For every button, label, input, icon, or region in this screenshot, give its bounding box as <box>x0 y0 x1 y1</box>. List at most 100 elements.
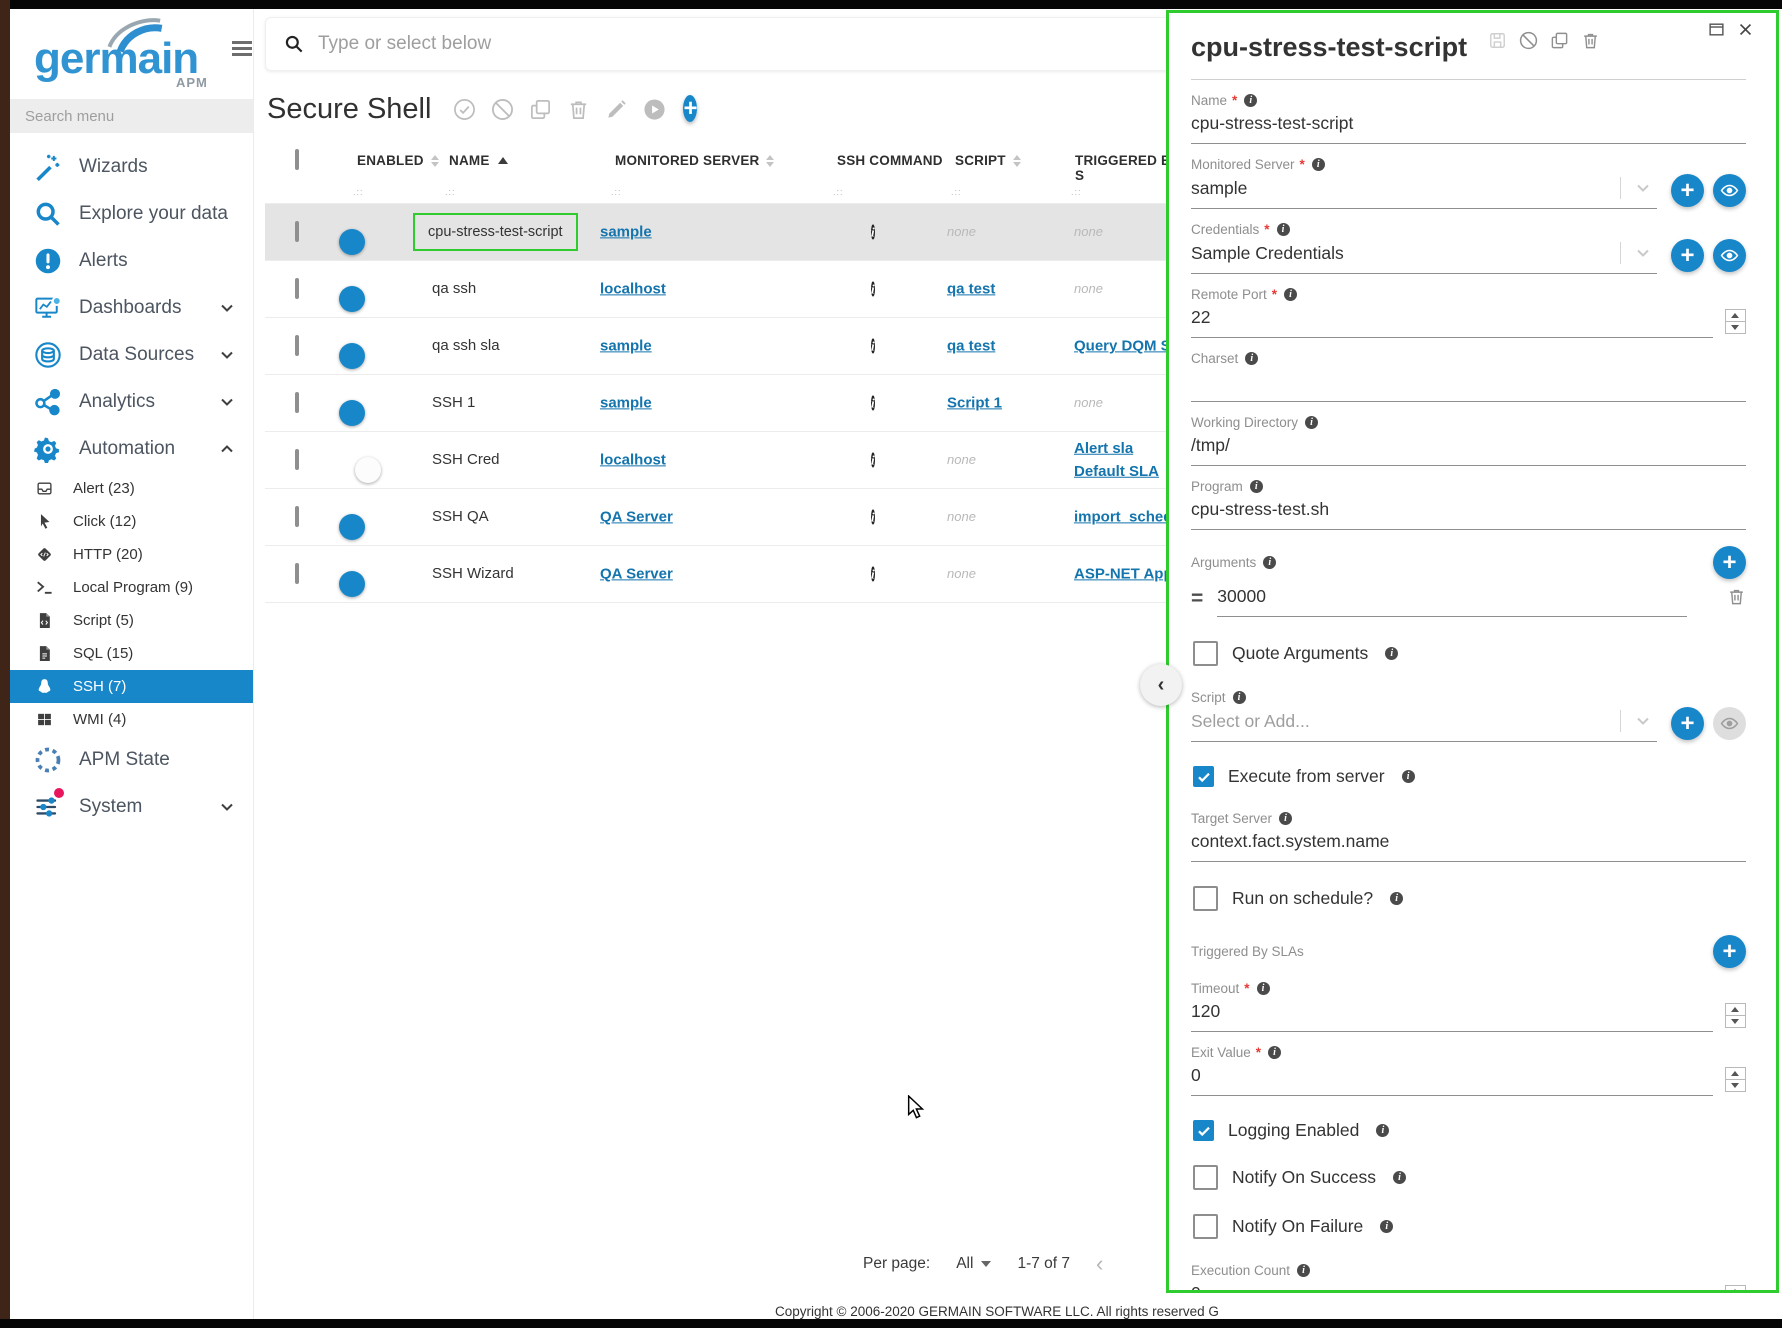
checkbox[interactable] <box>1193 641 1218 666</box>
info-icon[interactable]: i <box>1245 352 1258 365</box>
hamburger-menu-icon[interactable] <box>232 41 252 57</box>
ssh-command-info-icon[interactable]: i <box>871 339 875 354</box>
row-checkbox[interactable] <box>295 278 299 299</box>
table-row-ssh-1[interactable]: SSH 1sampleiScript 1none <box>265 375 1180 432</box>
view-button-disabled[interactable] <box>1713 707 1746 740</box>
column-resize-grip[interactable]: .:: <box>611 187 622 197</box>
monitored-server-link[interactable]: QA Server <box>600 562 673 585</box>
main-search-bar[interactable] <box>265 17 1175 71</box>
row-checkbox[interactable] <box>295 392 299 413</box>
column-header-triggered-by-s[interactable]: TRIGGERED BY S <box>1075 153 1180 183</box>
view-button[interactable] <box>1713 239 1746 272</box>
column-resize-grip[interactable]: .:: <box>1071 187 1082 197</box>
info-icon[interactable]: i <box>1233 691 1246 704</box>
info-icon[interactable]: i <box>1305 416 1318 429</box>
info-icon[interactable]: i <box>1402 770 1415 783</box>
field-value[interactable]: cpu-stress-test.sh <box>1191 499 1746 520</box>
checkbox[interactable] <box>1193 1214 1218 1239</box>
info-icon[interactable]: i <box>1257 982 1270 995</box>
select-chevron[interactable] <box>1620 177 1657 199</box>
script-link[interactable]: qa test <box>947 277 995 300</box>
disable-icon[interactable] <box>1519 31 1538 55</box>
column-resize-grip[interactable]: .:: <box>833 187 844 197</box>
checkbox[interactable] <box>1193 1165 1218 1190</box>
sidebar-item-system[interactable]: System <box>10 783 253 830</box>
field-value[interactable]: 22 <box>1191 307 1713 328</box>
add-button[interactable]: + <box>683 94 715 126</box>
field-value[interactable]: sample <box>1191 178 1620 199</box>
field-value[interactable]: context.fact.system.name <box>1191 831 1746 852</box>
field-value[interactable]: Sample Credentials <box>1191 243 1620 264</box>
sidebar-item-explore-your-data[interactable]: Explore your data <box>10 190 253 237</box>
enable-button[interactable] <box>453 98 476 121</box>
script-link[interactable]: qa test <box>947 334 995 357</box>
row-checkbox[interactable] <box>295 335 299 356</box>
add-button[interactable]: + <box>1713 935 1746 968</box>
delete-icon[interactable] <box>1581 31 1600 55</box>
info-icon[interactable]: i <box>1312 158 1325 171</box>
info-icon[interactable]: i <box>1390 892 1403 905</box>
number-stepper[interactable] <box>1725 309 1746 334</box>
sidebar-item-http[interactable]: HTTP (20) <box>10 538 253 571</box>
delete-argument-button[interactable] <box>1727 587 1746 611</box>
panel-field-quote-arguments[interactable]: Quote Argumentsi <box>1193 641 1746 666</box>
field-value[interactable]: cpu-stress-test-script <box>1191 113 1746 134</box>
ssh-command-info-icon[interactable]: i <box>871 396 875 411</box>
sidebar-search[interactable] <box>10 99 253 133</box>
info-icon[interactable]: i <box>1393 1171 1406 1184</box>
table-row-qa-ssh-sla[interactable]: qa ssh slasampleiqa testQuery DQM SLA <box>265 318 1180 375</box>
sidebar-item-wmi[interactable]: WMI (4) <box>10 703 253 736</box>
panel-field-run-on-schedule[interactable]: Run on schedule?i <box>1193 886 1746 911</box>
sidebar-item-sql[interactable]: SQL (15) <box>10 637 253 670</box>
number-stepper[interactable] <box>1725 1067 1746 1092</box>
panel-field-execute-from-server[interactable]: Execute from serveri <box>1193 766 1746 787</box>
ssh-command-info-icon[interactable]: i <box>871 225 875 240</box>
column-resize-grip[interactable]: .:: <box>445 187 456 197</box>
add-button[interactable]: + <box>1713 546 1746 579</box>
row-checkbox[interactable] <box>295 563 299 584</box>
monitored-server-link[interactable]: sample <box>600 334 652 357</box>
edit-button[interactable] <box>605 98 628 121</box>
table-row-cpu-stress-test-script[interactable]: cpu-stress-test-scriptsampleinonenone <box>265 203 1180 261</box>
info-icon[interactable]: i <box>1376 1124 1389 1137</box>
select-chevron[interactable] <box>1620 242 1657 264</box>
sidebar-item-click[interactable]: Click (12) <box>10 505 253 538</box>
panel-field-notify-on-failure[interactable]: Notify On Failurei <box>1193 1214 1746 1239</box>
checkbox[interactable] <box>1193 1120 1214 1141</box>
sidebar-item-alert[interactable]: Alert (23) <box>10 472 253 505</box>
ssh-command-info-icon[interactable]: i <box>871 282 875 297</box>
info-icon[interactable]: i <box>1279 812 1292 825</box>
add-button[interactable]: + <box>1671 174 1704 207</box>
row-checkbox[interactable] <box>295 506 299 527</box>
previous-page-button[interactable]: ‹ <box>1096 1251 1103 1277</box>
close-icon[interactable] <box>1737 21 1754 43</box>
copy-icon[interactable] <box>1550 31 1569 55</box>
sidebar-search-input[interactable] <box>10 107 237 126</box>
info-icon[interactable]: i <box>1284 288 1297 301</box>
table-row-ssh-wizard[interactable]: SSH WizardQA ServerinoneASP-NET Applic <box>265 546 1180 603</box>
drag-handle-icon[interactable]: = <box>1191 587 1203 611</box>
ssh-command-info-icon[interactable]: i <box>871 453 875 468</box>
monitored-server-link[interactable]: QA Server <box>600 505 673 528</box>
column-header-script[interactable]: SCRIPT <box>955 153 1021 168</box>
sidebar-item-apm-state[interactable]: APM State <box>10 736 253 783</box>
save-icon[interactable] <box>1488 31 1507 55</box>
script-link[interactable]: Script 1 <box>947 391 1002 414</box>
field-value[interactable]: /tmp/ <box>1191 435 1746 456</box>
field-value[interactable]: 0 <box>1191 1283 1713 1293</box>
panel-collapse-button[interactable]: ‹ <box>1140 664 1182 706</box>
sidebar-item-analytics[interactable]: Analytics <box>10 378 253 425</box>
info-icon[interactable]: i <box>1268 1046 1281 1059</box>
checkbox[interactable] <box>1193 886 1218 911</box>
sidebar-item-local-program[interactable]: Local Program (9) <box>10 571 253 604</box>
per-page-select[interactable]: All <box>956 1255 991 1273</box>
view-button[interactable] <box>1713 174 1746 207</box>
column-header-ssh-command[interactable]: SSH COMMAND <box>837 153 943 168</box>
sidebar-item-alerts[interactable]: Alerts <box>10 237 253 284</box>
select-chevron[interactable] <box>1620 710 1657 732</box>
copy-button[interactable] <box>529 98 552 121</box>
field-value[interactable]: 0 <box>1191 1065 1713 1086</box>
maximize-icon[interactable] <box>1708 21 1725 43</box>
argument-value[interactable]: 30000 <box>1217 586 1687 607</box>
column-resize-grip[interactable]: .:: <box>353 187 364 197</box>
